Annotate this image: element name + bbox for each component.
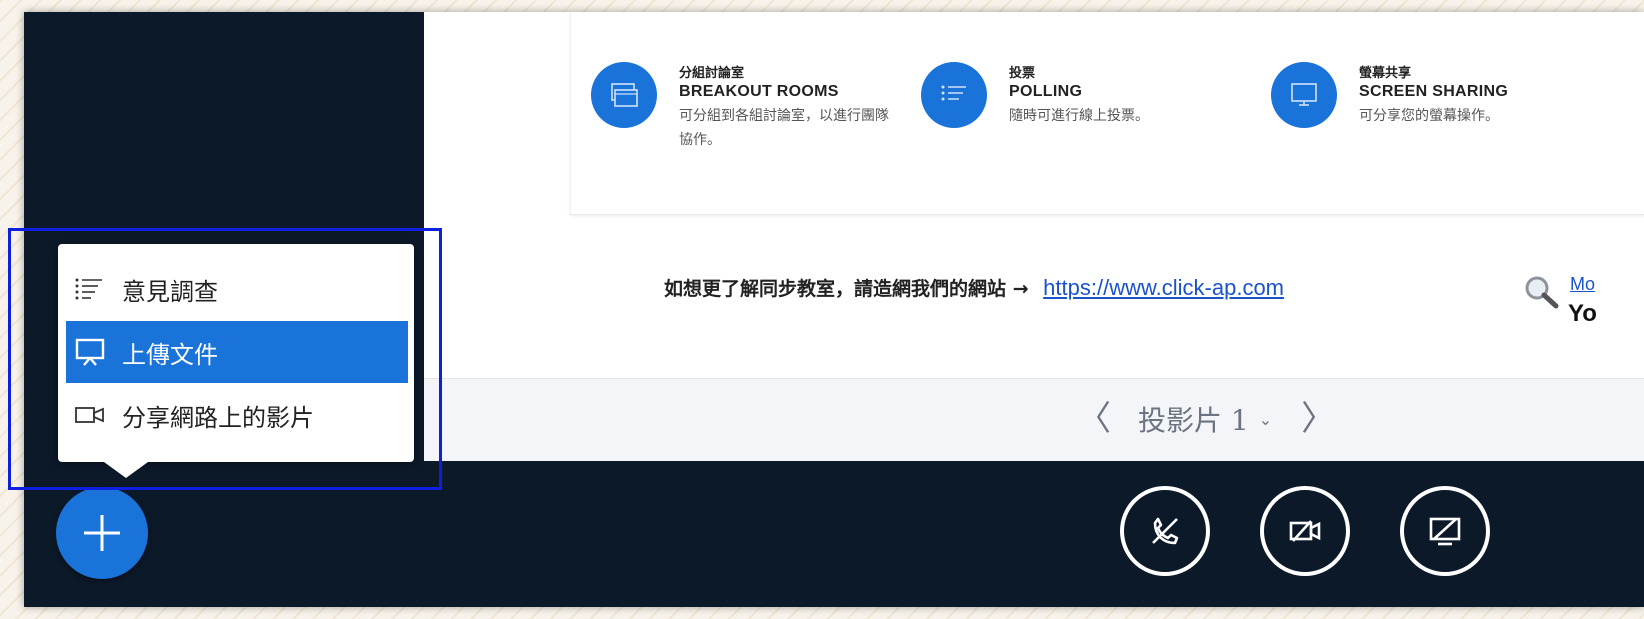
magnifier-icon — [1525, 276, 1559, 309]
menu-item-share-video[interactable]: 分享網路上的影片 — [66, 384, 408, 446]
feature-screen-sharing: 螢幕共享 SCREEN SHARING 可分享您的螢幕操作。 — [1271, 62, 1569, 128]
feature-title-zh: 螢幕共享 — [1359, 66, 1412, 81]
feature-description: 可分組到各組討論室，以進行團隊協作。 — [679, 108, 889, 148]
video-icon — [74, 400, 110, 430]
screen-share-toggle-button[interactable] — [1400, 486, 1490, 576]
menu-item-upload-document[interactable]: 上傳文件 — [66, 321, 408, 383]
screen-share-off-icon — [1429, 517, 1461, 546]
actions-menu: 意見調查 上傳文件 分享網路上的影片 — [58, 244, 414, 478]
next-slide-button[interactable]: 〉 — [1298, 399, 1338, 439]
audio-toggle-button[interactable] — [1120, 486, 1210, 576]
breakout-rooms-icon — [591, 62, 657, 128]
more-text: Yo — [1568, 300, 1597, 327]
feature-polling: 投票 POLLING 隨時可進行線上投票。 — [921, 62, 1219, 128]
feature-breakout-rooms: 分組討論室 BREAKOUT ROOMS 可分組到各組討論室，以進行團隊協作。 — [591, 62, 889, 152]
polling-icon — [921, 62, 987, 128]
more-link[interactable]: Mo — [1570, 274, 1595, 295]
slide-navigation-bar: 〈 投影片 1 ⌄ 〉 — [424, 378, 1644, 461]
website-info: 如想更了解同步教室，請造網我們的網站 → https://www.click-a… — [664, 274, 1284, 301]
website-link[interactable]: https://www.click-ap.com — [1043, 275, 1284, 300]
website-info-text: 如想更了解同步教室，請造網我們的網站 → — [664, 278, 1029, 300]
plus-icon — [84, 515, 120, 551]
presentation-icon — [74, 337, 110, 367]
menu-item-poll[interactable]: 意見調查 — [66, 258, 408, 320]
slide-selector[interactable]: 投影片 1 — [1138, 399, 1249, 439]
feature-description: 可分享您的螢幕操作。 — [1359, 108, 1499, 124]
camera-off-icon — [1289, 520, 1321, 542]
feature-title-zh: 投票 — [1009, 66, 1036, 81]
list-icon — [74, 274, 110, 304]
previous-slide-button[interactable]: 〈 — [1074, 399, 1114, 439]
popup-pointer — [104, 462, 148, 478]
conference-window: 分組討論室 BREAKOUT ROOMS 可分組到各組討論室，以進行團隊協作。 … — [24, 12, 1644, 607]
video-toggle-button[interactable] — [1260, 486, 1350, 576]
menu-item-label: 意見調查 — [122, 277, 218, 306]
feature-title-en: POLLING — [1009, 83, 1083, 100]
actions-button[interactable] — [56, 487, 148, 579]
chevron-down-icon[interactable]: ⌄ — [1259, 410, 1272, 429]
feature-title-zh: 分組討論室 — [679, 66, 745, 81]
feature-description: 隨時可進行線上投票。 — [1009, 108, 1149, 124]
feature-title-en: BREAKOUT ROOMS — [679, 83, 839, 100]
feature-title-en: SCREEN SHARING — [1359, 83, 1509, 100]
menu-item-label: 分享網路上的影片 — [122, 403, 314, 432]
menu-item-label: 上傳文件 — [122, 340, 218, 369]
phone-off-icon — [1152, 517, 1179, 545]
screen-share-icon — [1271, 62, 1337, 128]
presentation-area: 分組討論室 BREAKOUT ROOMS 可分組到各組討論室，以進行團隊協作。 … — [424, 12, 1644, 461]
feature-card: 分組討論室 BREAKOUT ROOMS 可分組到各組討論室，以進行團隊協作。 … — [570, 12, 1644, 215]
